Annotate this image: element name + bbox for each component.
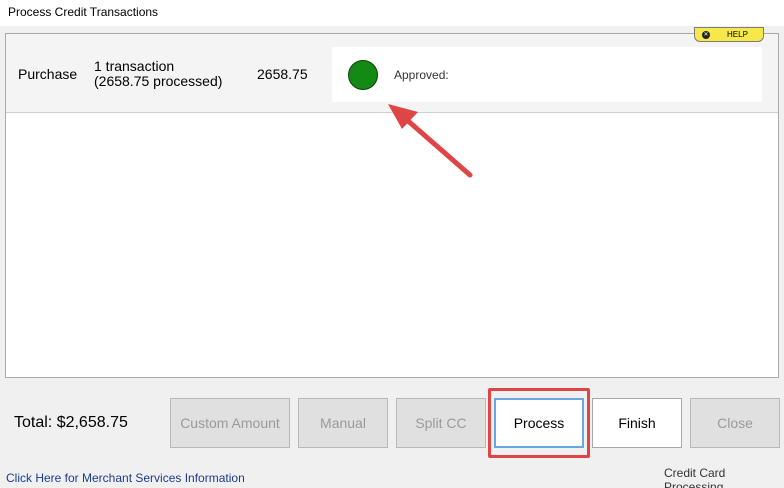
total-amount: Total: $2,658.75 (14, 414, 128, 431)
merchant-services-link[interactable]: Click Here for Merchant Services Informa… (6, 471, 245, 485)
credit-card-processing-label: Credit Card Processing (664, 466, 726, 488)
arrow-shaft (404, 117, 473, 178)
split-cc-button[interactable]: Split CC (396, 398, 486, 448)
finish-button[interactable]: Finish (592, 398, 682, 448)
manual-button[interactable]: Manual (298, 398, 388, 448)
custom-amount-button[interactable]: Custom Amount (170, 398, 290, 448)
close-button[interactable]: Close (690, 398, 780, 448)
process-highlight-box (488, 388, 590, 458)
